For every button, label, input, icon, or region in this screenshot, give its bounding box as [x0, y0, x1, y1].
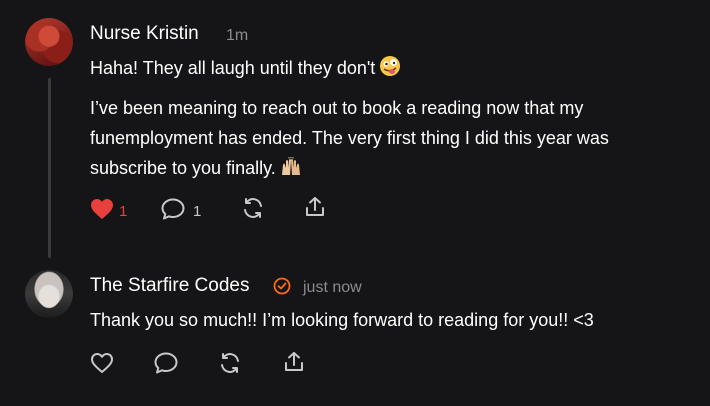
share-icon: [303, 195, 327, 224]
reply-button[interactable]: [153, 351, 179, 380]
like-count: 1: [119, 203, 128, 220]
comment-author[interactable]: Nurse Kristin: [90, 23, 199, 45]
comment-author[interactable]: The Starfire Codes: [90, 275, 249, 297]
comment-line: subscribe to you finally.: [90, 153, 700, 186]
restack-icon: [218, 351, 242, 380]
restack-icon: [241, 196, 265, 225]
restack-button[interactable]: [241, 196, 265, 225]
avatar[interactable]: [25, 18, 73, 66]
comment-paragraph: I’ve been meaning to reach out to book a…: [90, 93, 700, 186]
verified-badge-icon: [273, 277, 291, 300]
comment-line-text: subscribe to you finally.: [90, 158, 276, 178]
comment-timestamp[interactable]: just now: [303, 279, 362, 297]
heart-filled-icon: [90, 198, 114, 225]
zany-face-emoji-icon: [379, 55, 401, 86]
comment-line: I’ve been meaning to reach out to book a…: [90, 98, 584, 118]
heart-outline-icon: [90, 352, 114, 379]
like-button[interactable]: 1: [90, 198, 127, 225]
restack-button[interactable]: [218, 351, 242, 380]
comment-text: Haha! They all laugh until they don't: [90, 53, 401, 86]
comment-icon: [160, 197, 186, 226]
avatar[interactable]: [25, 270, 73, 318]
reply-button[interactable]: 1: [160, 197, 201, 226]
comment-text: Thank you so much!! I’m looking forward …: [90, 310, 594, 330]
comment-timestamp[interactable]: 1m: [226, 27, 248, 45]
like-button[interactable]: [90, 352, 114, 379]
share-button[interactable]: [282, 350, 306, 379]
share-icon: [282, 350, 306, 379]
comment-line: Haha! They all laugh until they don't: [90, 58, 376, 78]
raising-hands-emoji-icon: [280, 156, 302, 186]
share-button[interactable]: [303, 195, 327, 224]
thread-line: [48, 78, 51, 258]
reply-count: 1: [193, 203, 202, 220]
comment-line: funemployment has ended. The very first …: [90, 128, 609, 148]
comment-icon: [153, 351, 179, 380]
